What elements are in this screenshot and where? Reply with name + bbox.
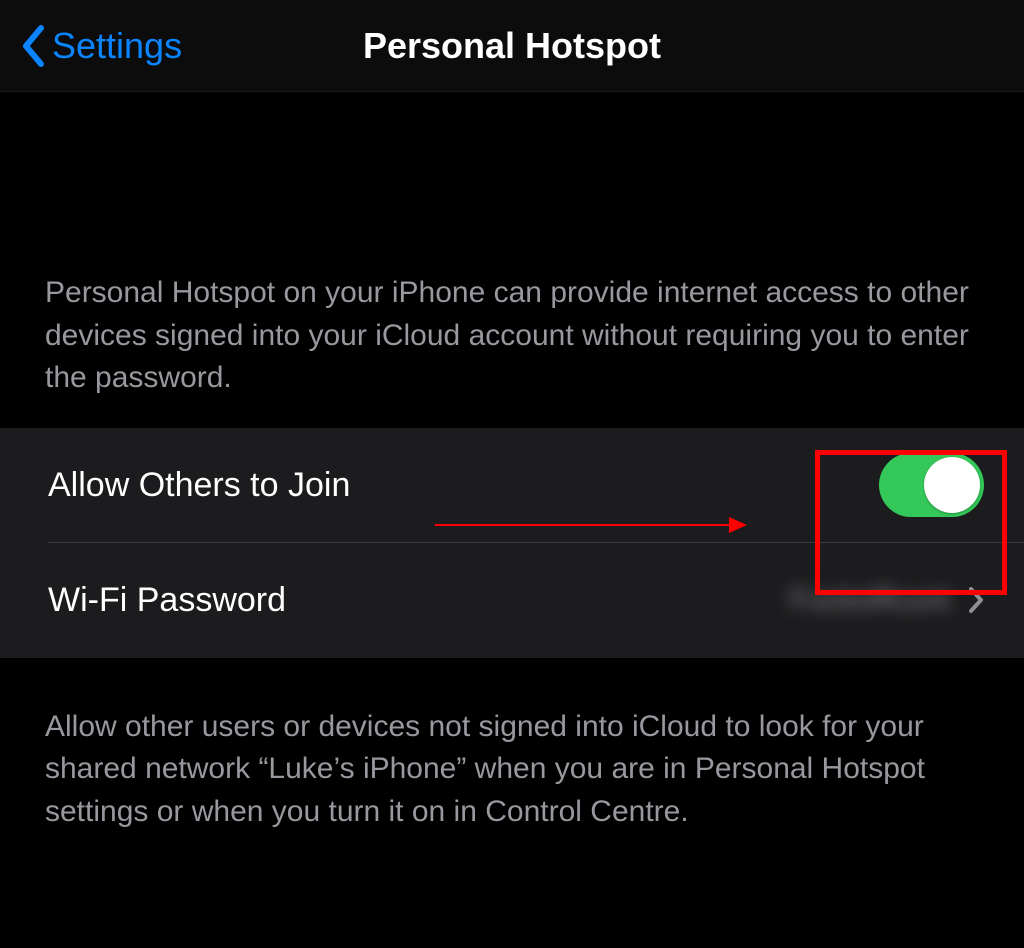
page-title: Personal Hotspot [363, 25, 661, 67]
allow-others-label: Allow Others to Join [48, 466, 350, 505]
settings-list: Allow Others to Join Wi-Fi Password Fuck… [0, 428, 1024, 658]
chevron-left-icon [20, 24, 46, 68]
toggle-knob [924, 457, 980, 513]
section-footer-text: Allow other users or devices not signed … [0, 658, 1024, 864]
wifi-password-row[interactable]: Wi-Fi Password Fuckoffcunt [0, 543, 1024, 658]
wifi-password-value: Fuckoffcunt [790, 583, 950, 617]
back-label: Settings [52, 25, 182, 67]
allow-others-toggle[interactable] [879, 453, 984, 517]
nav-header: Settings Personal Hotspot [0, 0, 1024, 92]
chevron-right-icon [968, 586, 984, 614]
section-header-text: Personal Hotspot on your iPhone can prov… [0, 92, 1024, 428]
wifi-password-label: Wi-Fi Password [48, 581, 286, 620]
back-button[interactable]: Settings [0, 24, 182, 68]
personal-hotspot-screen: Settings Personal Hotspot Personal Hotsp… [0, 0, 1024, 948]
allow-others-row[interactable]: Allow Others to Join [0, 428, 1024, 543]
